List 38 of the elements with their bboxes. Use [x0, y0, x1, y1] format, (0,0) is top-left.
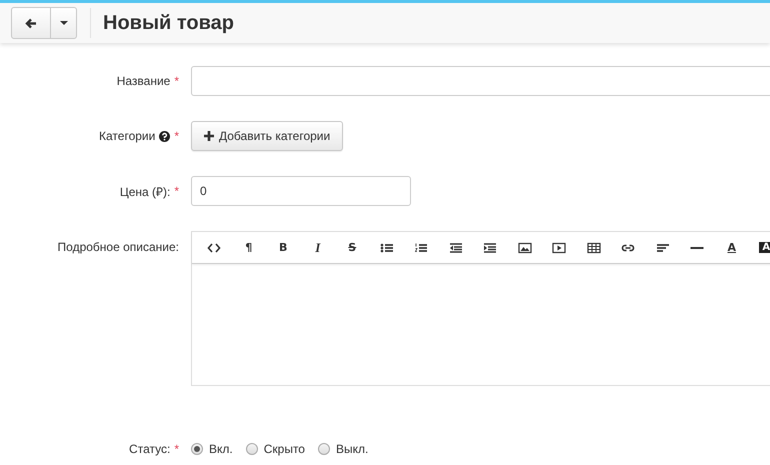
radio-button[interactable]: [246, 443, 258, 455]
radio-button[interactable]: [318, 443, 330, 455]
required-mark: *: [174, 184, 179, 198]
required-mark: *: [174, 442, 179, 456]
indent-icon: [483, 240, 498, 254]
page-title: Новый товар: [103, 12, 234, 34]
field-label: Подробное описание:: [58, 240, 179, 254]
radio-label[interactable]: Выкл.: [336, 442, 368, 456]
plus-icon: [204, 131, 214, 141]
horizontal-rule-icon: [690, 246, 704, 248]
text-color-button[interactable]: A: [714, 236, 749, 260]
strikethrough-button[interactable]: S: [335, 236, 370, 260]
video-icon: [552, 240, 566, 254]
code-icon: [207, 240, 222, 254]
field-label: Название: [116, 74, 170, 88]
required-mark: *: [174, 74, 179, 88]
table-icon: [586, 240, 601, 254]
add-category-button[interactable]: Добавить категории: [191, 121, 344, 151]
name-field[interactable]: [191, 66, 770, 96]
help-icon[interactable]: [159, 130, 170, 142]
radio-label[interactable]: Вкл.: [209, 442, 233, 456]
required-mark: *: [174, 129, 179, 143]
outdent-icon: [448, 240, 463, 254]
radio-label[interactable]: Скрыто: [264, 442, 305, 456]
field-label: Статус:: [129, 442, 170, 456]
italic-button[interactable]: I: [300, 236, 335, 260]
background-color-button[interactable]: A: [749, 236, 770, 260]
numbered-list-icon: [414, 240, 428, 254]
field-label: Категории: [99, 129, 156, 143]
price-field[interactable]: 0: [191, 176, 411, 206]
caret-down-icon: [60, 21, 68, 25]
bulleted-list-icon: [380, 240, 394, 254]
paragraph-button[interactable]: ¶: [232, 236, 266, 260]
arrow-left-icon: [25, 18, 37, 28]
radio-button[interactable]: [191, 443, 203, 455]
bold-button[interactable]: B: [266, 236, 300, 260]
field-label: Цена (₽):: [120, 184, 170, 200]
image-icon: [518, 240, 532, 254]
